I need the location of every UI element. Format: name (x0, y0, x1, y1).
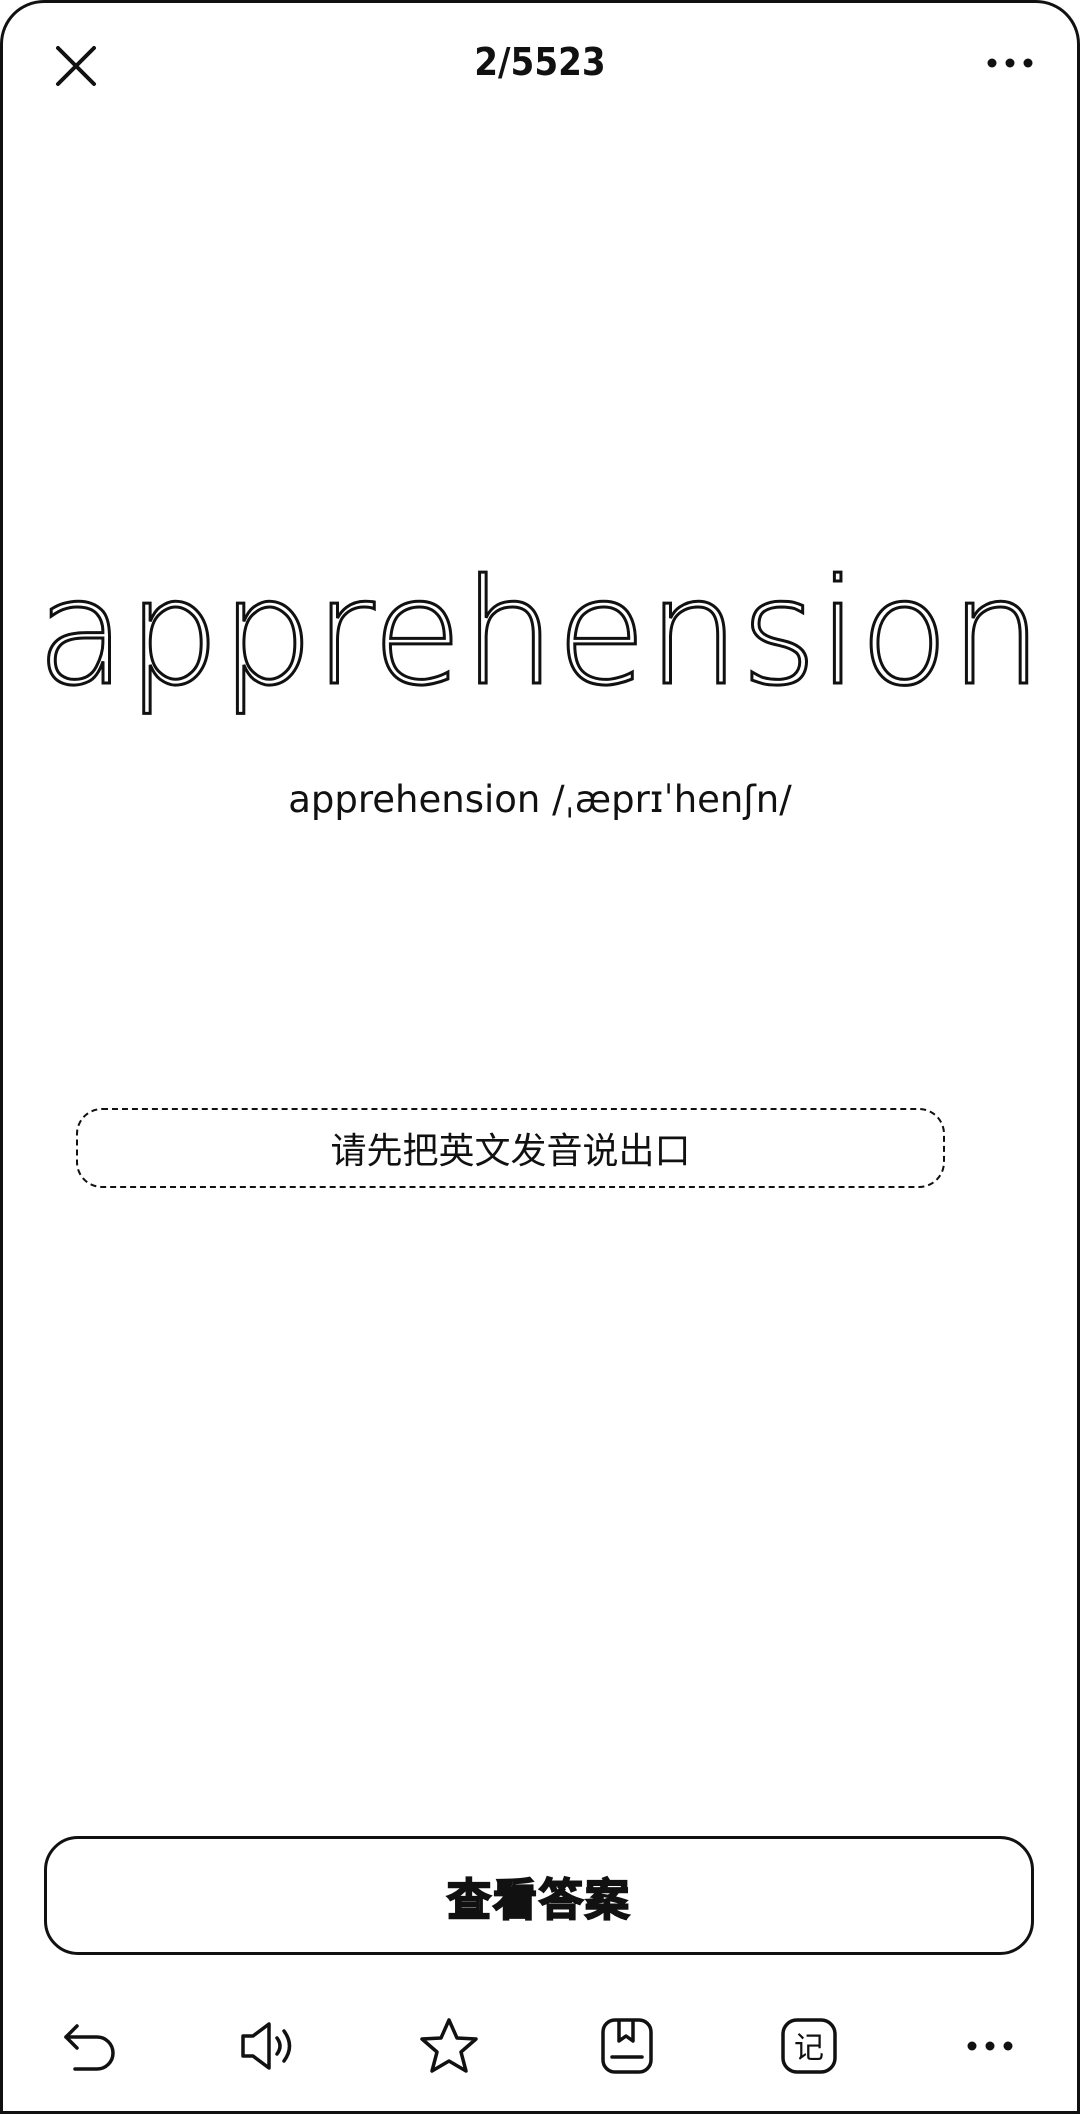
prompt-text: 请先把英文发音说出口 (330, 1131, 691, 1172)
pronounce-button[interactable] (232, 2008, 308, 2084)
close-icon (56, 46, 96, 86)
more-options-button[interactable] (980, 40, 1040, 86)
note-button[interactable]: 记 (771, 2008, 847, 2084)
more-horizontal-icon (987, 58, 1033, 68)
bottom-toolbar: 记 (0, 2008, 1080, 2084)
favorite-button[interactable] (411, 2008, 487, 2084)
pronunciation-prompt: 请先把英文发音说出口 (76, 1108, 945, 1188)
star-icon (420, 2018, 478, 2073)
undo-button[interactable] (52, 2008, 128, 2084)
screen-frame (0, 0, 1080, 2114)
close-button[interactable] (46, 36, 106, 96)
bookmark-book-icon (601, 2018, 653, 2074)
show-answer-label: 查看答案 (446, 1874, 631, 1927)
vocab-word: apprehension (35, 548, 1044, 718)
undo-icon (64, 2024, 115, 2071)
more-actions-button[interactable] (952, 2008, 1028, 2084)
progress-counter: 2/5523 (474, 40, 606, 84)
phonetic-transcription: apprehension /ˌæprɪˈhenʃn/ (288, 778, 792, 821)
wordbook-button[interactable] (589, 2008, 665, 2084)
more-horizontal-icon (967, 2041, 1013, 2051)
speaker-icon (241, 2022, 292, 2070)
note-glyph: 记 (794, 2031, 824, 2066)
note-icon: 记 (781, 2018, 837, 2074)
show-answer-button[interactable]: 查看答案 (44, 1836, 1034, 1955)
